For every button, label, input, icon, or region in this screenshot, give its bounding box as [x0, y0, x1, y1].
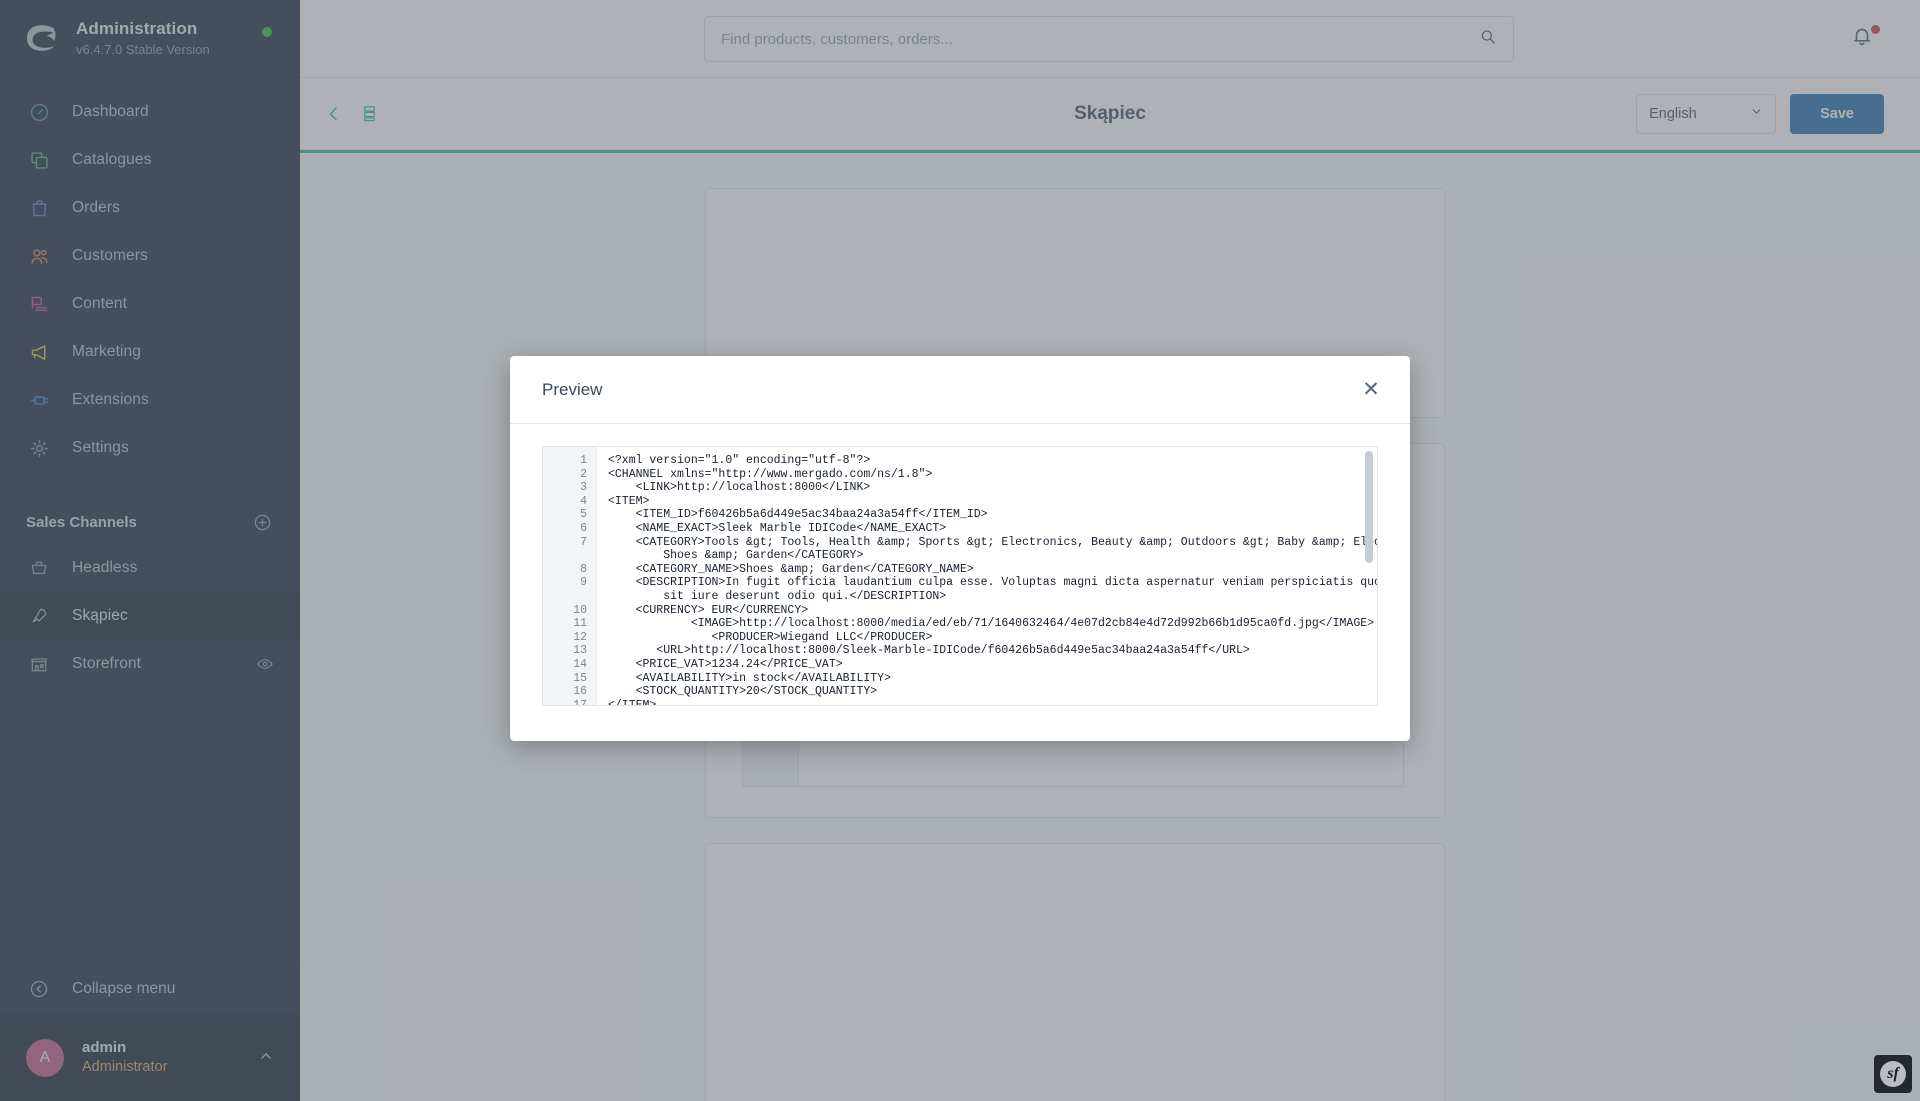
line-number-gutter: 1 2 3 4 5 6 7 8 9 10 11 12 13 14 15 16 1… — [543, 447, 597, 705]
modal-header: Preview ✕ — [510, 356, 1410, 424]
symfony-icon: sf — [1880, 1061, 1906, 1087]
modal-body: 1 2 3 4 5 6 7 8 9 10 11 12 13 14 15 16 1… — [510, 424, 1410, 741]
modal-title: Preview — [542, 379, 603, 399]
preview-modal: Preview ✕ 1 2 3 4 5 6 7 8 9 10 11 12 13 … — [510, 356, 1410, 741]
close-icon[interactable]: ✕ — [1356, 375, 1386, 405]
code-scroll-thumb[interactable] — [1365, 451, 1373, 563]
xml-code-content: <?xml version="1.0" encoding="utf-8"?> <… — [608, 454, 1377, 705]
code-scroll-track[interactable] — [1365, 447, 1375, 705]
line-numbers: 1 2 3 4 5 6 7 8 9 10 11 12 13 14 15 16 1… — [573, 454, 587, 706]
symfony-debug-toolbar[interactable]: sf — [1874, 1055, 1912, 1093]
xml-preview-viewer[interactable]: 1 2 3 4 5 6 7 8 9 10 11 12 13 14 15 16 1… — [542, 446, 1378, 706]
